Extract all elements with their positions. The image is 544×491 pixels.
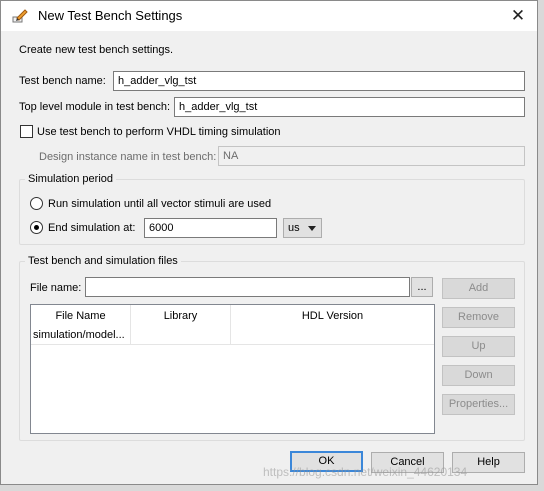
top-level-module-input[interactable]: h_adder_vlg_tst xyxy=(174,97,525,117)
test-bench-name-label: Test bench name: xyxy=(19,75,106,87)
table-cell-file-name[interactable]: simulation/model... xyxy=(31,327,131,345)
watermark-url: https://blog.csdn.net/weixin_44620134 xyxy=(263,465,468,479)
background-window-bottom xyxy=(0,485,544,491)
title-bar: New Test Bench Settings ✕ xyxy=(1,1,537,31)
test-bench-files-title: Test bench and simulation files xyxy=(25,255,181,267)
top-level-module-label: Top level module in test bench: xyxy=(19,101,171,113)
add-button[interactable]: Add xyxy=(442,278,515,299)
design-instance-label: Design instance name in test bench: xyxy=(39,151,217,163)
background-window-right xyxy=(538,0,544,491)
up-button[interactable]: Up xyxy=(442,336,515,357)
time-unit-select[interactable]: us xyxy=(283,218,322,238)
file-name-label: File name: xyxy=(30,282,82,294)
run-until-radio[interactable] xyxy=(30,197,43,210)
vhdl-timing-checkbox[interactable] xyxy=(20,125,33,138)
end-at-radio[interactable] xyxy=(30,221,43,234)
end-at-label: End simulation at: xyxy=(48,222,136,234)
down-button[interactable]: Down xyxy=(442,365,515,386)
run-until-label: Run simulation until all vector stimuli … xyxy=(48,198,272,210)
column-header-hdl-version[interactable]: HDL Version xyxy=(231,305,434,327)
simulation-period-title: Simulation period xyxy=(25,173,116,185)
properties-button[interactable]: Properties... xyxy=(442,394,515,415)
column-header-library[interactable]: Library xyxy=(131,305,231,327)
end-time-input[interactable]: 6000 xyxy=(144,218,277,238)
design-instance-input[interactable]: NA xyxy=(218,146,525,166)
table-row-divider xyxy=(31,344,434,345)
file-name-input[interactable] xyxy=(85,277,410,297)
intro-text: Create new test bench settings. xyxy=(19,44,174,56)
test-bench-name-input[interactable]: h_adder_vlg_tst xyxy=(113,71,525,91)
table-cell-library[interactable] xyxy=(131,327,231,345)
chevron-down-icon xyxy=(308,226,316,231)
new-test-bench-dialog: New Test Bench Settings ✕ Create new tes… xyxy=(0,0,538,485)
browse-button[interactable]: ... xyxy=(411,277,433,297)
pencil-settings-icon xyxy=(12,9,28,23)
time-unit-value: us xyxy=(288,222,300,234)
vhdl-timing-label: Use test bench to perform VHDL timing si… xyxy=(37,126,281,138)
radio-selected-dot xyxy=(34,225,39,230)
table-cell-hdl-version[interactable] xyxy=(231,327,434,345)
close-icon[interactable]: ✕ xyxy=(507,5,529,27)
window-title: New Test Bench Settings xyxy=(38,8,183,23)
files-table: File Name Library HDL Version simulation… xyxy=(30,304,435,434)
column-header-file-name[interactable]: File Name xyxy=(31,305,131,327)
remove-button[interactable]: Remove xyxy=(442,307,515,328)
